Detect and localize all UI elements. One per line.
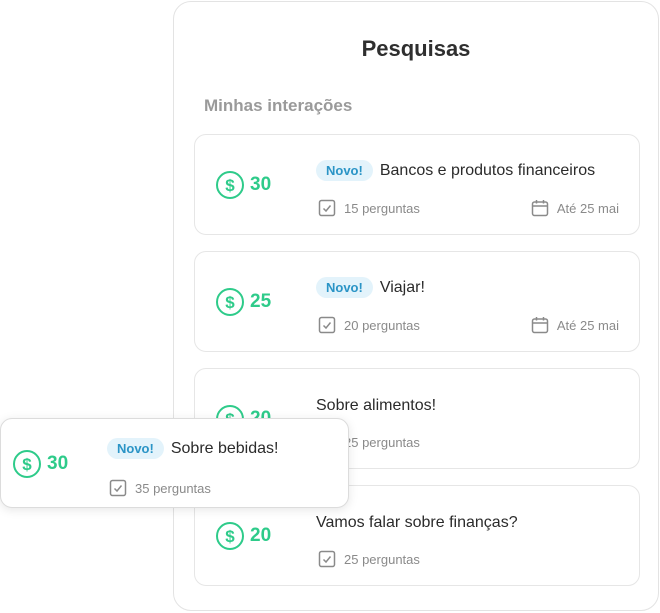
survey-card[interactable]: $ 25 Novo! Viajar! 20 perguntas Até 25 m… (194, 251, 640, 352)
question-count: 15 perguntas (344, 200, 420, 216)
survey-deadline: Até 25 mai (531, 199, 619, 217)
reward: $ 25 (216, 288, 271, 316)
dollar-coin-icon: $ (216, 522, 244, 550)
new-badge: Novo! (107, 438, 164, 459)
survey-headline: Novo! Viajar! (316, 277, 425, 298)
survey-questions: 35 perguntas (109, 479, 211, 497)
checklist-icon (318, 199, 336, 217)
checklist-icon (318, 550, 336, 568)
deadline-text: Até 25 mai (556, 200, 619, 216)
dollar-coin-icon: $ (216, 171, 244, 199)
survey-headline: Sobre alimentos! (316, 397, 436, 415)
checklist-icon (318, 316, 336, 334)
survey-headline: Vamos falar sobre finanças? (316, 514, 518, 532)
dollar-coin-icon: $ (216, 288, 244, 316)
new-badge: Novo! (316, 277, 373, 298)
survey-questions: 15 perguntas (318, 199, 420, 217)
reward-points: 30 (47, 453, 69, 474)
checklist-icon (109, 479, 127, 497)
question-count: 25 perguntas (344, 434, 420, 450)
survey-card[interactable]: $ 30 Novo! Bancos e produtos financeiros… (194, 134, 640, 235)
section-title: Minhas interações (204, 96, 353, 115)
question-count: 20 perguntas (344, 317, 420, 333)
survey-questions: 25 perguntas (318, 550, 420, 568)
page-title: Pesquisas (361, 36, 471, 61)
survey-deadline: Até 25 mai (531, 316, 619, 334)
floating-survey-card[interactable]: $ 30 Novo! Sobre bebidas! 35 perguntas (0, 418, 349, 508)
reward: $ 20 (216, 522, 271, 550)
deadline-text: Até 25 mai (556, 317, 619, 333)
question-count: 35 perguntas (135, 480, 211, 496)
reward: $ 30 (216, 171, 271, 199)
survey-title: Viajar! (379, 278, 425, 296)
calendar-icon (531, 199, 549, 217)
survey-title: Bancos e produtos financeiros (379, 161, 596, 179)
survey-title: Sobre alimentos! (316, 397, 437, 414)
new-badge: Novo! (316, 160, 373, 181)
survey-title: Vamos falar sobre finanças? (316, 514, 518, 531)
survey-questions: 20 perguntas (318, 316, 420, 334)
reward: $ 30 (13, 450, 68, 478)
dollar-coin-icon: $ (13, 450, 41, 478)
survey-headline: Novo! Bancos e produtos financeiros (316, 160, 595, 181)
calendar-icon (531, 316, 549, 334)
reward-points: 30 (250, 174, 272, 195)
surveys-panel: Pesquisas Minhas interações $ 30 Novo! B… (173, 1, 659, 611)
reward-points: 25 (250, 291, 272, 312)
reward-points: 20 (250, 525, 272, 546)
survey-title: Sobre bebidas! (170, 439, 279, 457)
question-count: 25 perguntas (344, 551, 420, 567)
survey-headline: Novo! Sobre bebidas! (107, 438, 278, 459)
